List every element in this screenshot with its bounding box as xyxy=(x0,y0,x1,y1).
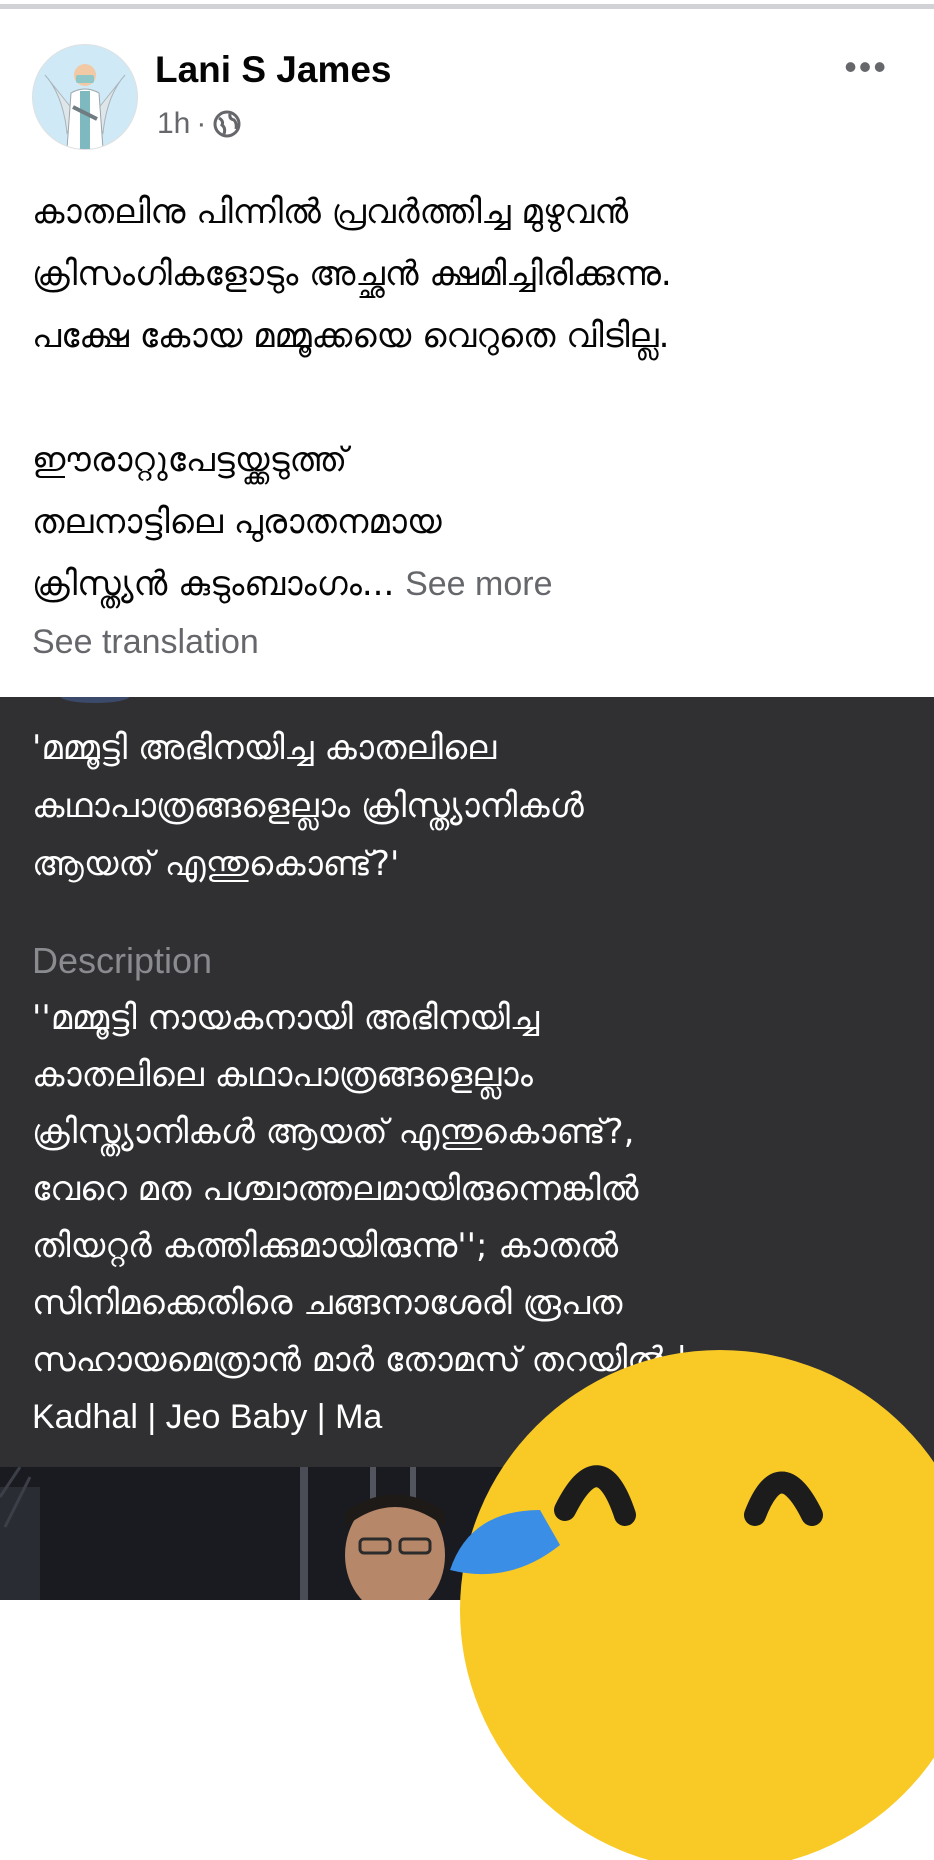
description-line: കാതലിലെ കഥാപാത്രങ്ങളെല്ലാം xyxy=(32,1055,533,1095)
body-line: പക്ഷേ കോയ മമ്മൂക്കയെ വെറുതെ വിടില്ല. xyxy=(32,316,670,356)
preview-headline: 'മമ്മൂട്ടി അഭിനയിച്ച കാതലിലെ കഥാപാത്രങ്ങ… xyxy=(32,719,902,893)
image-edge xyxy=(60,697,130,703)
post-body: കാതലിനു പിന്നിൽ പ്രവർത്തിച്ച മുഴുവൻ ക്രി… xyxy=(32,181,912,615)
description-label: Description xyxy=(32,940,213,981)
globe-icon[interactable] xyxy=(212,109,242,139)
post-time[interactable]: 1h xyxy=(157,107,190,141)
doctor-angel-avatar-icon xyxy=(33,45,137,149)
laughing-tears-emoji-icon xyxy=(450,1350,934,1860)
headline-line: കഥാപാത്രങ്ങളെല്ലാം ക്രിസ്ത്യാനികൾ xyxy=(32,786,584,826)
description-line: വേറെ മത പശ്ചാത്തലമായിരുന്നെങ്കിൽ xyxy=(32,1169,639,1209)
post-card: Lani S James 1h · ••• കാതലിനു പിന്നിൽ പ്… xyxy=(0,9,934,697)
see-more-link[interactable]: See more xyxy=(405,565,552,603)
body-line: കാതലിനു പിന്നിൽ പ്രവർത്തിച്ച മുഴുവൻ xyxy=(32,192,629,232)
author-name[interactable]: Lani S James xyxy=(155,49,392,91)
headline-line: 'മമ്മൂട്ടി അഭിനയിച്ച കാതലിലെ xyxy=(32,728,497,768)
description-line: സിനിമക്കെതിരെ ചങ്ങനാശേരി രൂപത xyxy=(32,1283,623,1323)
headline-line: ആയത് എന്തുകൊണ്ട്?' xyxy=(32,844,400,884)
body-line: ക്രിസംഗികളോടും അച്ഛൻ ക്ഷമിച്ചിരിക്കുന്നു… xyxy=(32,254,672,294)
description-line: ''മമ്മൂട്ടി നായകനായി അഭിനയിച്ച xyxy=(32,998,540,1038)
meta-separator: · xyxy=(196,107,207,140)
body-line: തലനാട്ടിലെ പുരാതനമായ xyxy=(32,502,442,542)
body-line-text: ക്രിസ്ത്യൻ കുടുംബാംഗം... xyxy=(32,564,395,604)
see-translation-link[interactable]: See translation xyxy=(32,623,259,662)
body-line: ഈരാറ്റുപേട്ടയ്ക്കടുത്ത് xyxy=(32,440,348,480)
body-line-last: ക്രിസ്ത്യൻ കുടുംബാംഗം... See more xyxy=(32,553,912,615)
author-avatar[interactable] xyxy=(32,44,138,150)
more-options-icon[interactable]: ••• xyxy=(844,49,888,85)
post-meta: 1h · xyxy=(157,107,242,141)
description-line: തിയറ്റർ കത്തിക്കുമായിരുന്നു''; കാതൽ xyxy=(32,1226,619,1266)
description-line: ക്രിസ്ത്യാനികൾ ആയത് എന്തുകൊണ്ട്?, xyxy=(32,1112,635,1152)
